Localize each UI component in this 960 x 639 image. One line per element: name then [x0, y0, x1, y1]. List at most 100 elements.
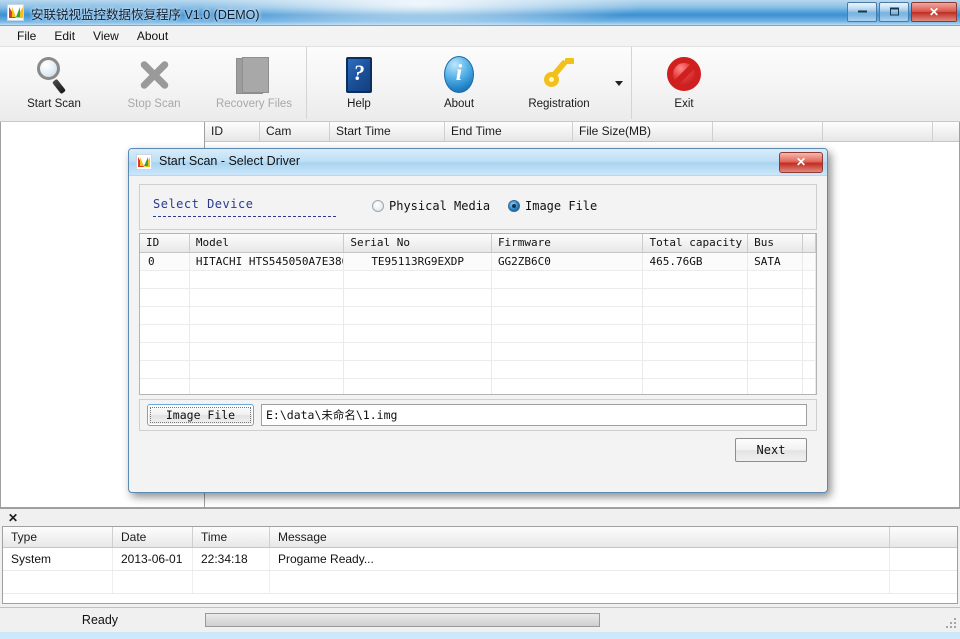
close-x-icon[interactable]: ✕: [8, 512, 18, 524]
table-row[interactable]: [140, 343, 816, 361]
device-cell-empty: [803, 307, 816, 325]
log-col-time[interactable]: Time: [193, 527, 270, 547]
log-col-message[interactable]: Message: [270, 527, 890, 547]
toolbar-recovery-files-button[interactable]: Recovery Files: [204, 47, 304, 119]
device-cell-model: HITACHI HTS545050A7E380: [190, 253, 345, 271]
device-cell-empty: [643, 271, 748, 289]
file-col-file-size[interactable]: File Size(MB): [573, 122, 713, 141]
device-cell-empty: [140, 289, 190, 307]
table-row[interactable]: [140, 271, 816, 289]
toolbar-about-label: About: [444, 98, 474, 110]
file-col-extra-2[interactable]: [823, 122, 933, 141]
select-device-label: Select Device: [153, 197, 336, 217]
menu-view[interactable]: View: [84, 27, 128, 45]
close-button[interactable]: ✕: [911, 2, 957, 22]
file-col-cam[interactable]: Cam: [260, 122, 330, 141]
device-table[interactable]: ID Model Serial No Firmware Total capaci…: [139, 233, 817, 395]
log-cell-empty: [3, 571, 113, 593]
log-col-type[interactable]: Type: [3, 527, 113, 547]
file-list-header: ID Cam Start Time End Time File Size(MB): [205, 122, 959, 142]
toolbar-exit-label: Exit: [674, 98, 693, 110]
table-row[interactable]: System 2013-06-01 22:34:18 Progame Ready…: [3, 548, 957, 571]
resize-grip-icon[interactable]: [944, 616, 958, 630]
device-table-header: ID Model Serial No Firmware Total capaci…: [140, 234, 816, 253]
desktop-background: 安联锐视监控数据恢复程序 V1.0 (DEMO) ✕ File Edit Vie…: [0, 0, 960, 639]
device-cell-empty: [492, 325, 644, 343]
menu-about[interactable]: About: [128, 27, 177, 45]
log-table[interactable]: Type Date Time Message System 2013-06-01…: [2, 526, 958, 604]
device-col-bus[interactable]: Bus: [748, 234, 803, 252]
file-col-start-time[interactable]: Start Time: [330, 122, 445, 141]
table-row[interactable]: [140, 325, 816, 343]
device-cell-empty: [344, 307, 492, 325]
device-col-firmware[interactable]: Firmware: [492, 234, 644, 252]
device-cell-empty: [803, 343, 816, 361]
image-file-button-label: Image File: [166, 408, 235, 422]
image-file-path-value: E:\data\未命名\1.img: [266, 407, 397, 423]
toolbar-help-label: Help: [347, 98, 371, 110]
minimize-button[interactable]: [847, 2, 877, 22]
device-cell-empty: [492, 289, 644, 307]
table-row[interactable]: [140, 307, 816, 325]
device-cell-empty: [803, 271, 816, 289]
table-row[interactable]: [140, 361, 816, 379]
radio-physical-media[interactable]: Physical Media: [372, 199, 490, 213]
window-titlebar: 安联锐视监控数据恢复程序 V1.0 (DEMO) ✕: [0, 0, 960, 26]
device-cell-empty: [492, 379, 644, 395]
device-col-id[interactable]: ID: [140, 234, 190, 252]
device-cell-empty: [748, 307, 803, 325]
table-row[interactable]: [140, 289, 816, 307]
menu-file[interactable]: File: [8, 27, 45, 45]
log-panel-toolbar: ✕: [0, 509, 960, 526]
device-cell-bus: SATA: [748, 253, 803, 271]
file-col-end-time[interactable]: End Time: [445, 122, 573, 141]
toolbar-exit-button[interactable]: Exit: [634, 47, 734, 119]
device-cell-empty: [492, 271, 644, 289]
toolbar-start-scan-button[interactable]: Start Scan: [4, 47, 104, 119]
device-cell-empty: [140, 343, 190, 361]
image-file-button[interactable]: Image File: [147, 404, 254, 426]
radio-image-file[interactable]: Image File: [508, 199, 597, 213]
log-panel: ✕ Type Date Time Message System 2013-06-…: [0, 508, 960, 609]
radio-physical-media-dot: [372, 200, 384, 212]
toolbar: Start Scan Stop Scan Recovery Files ? He…: [0, 47, 960, 122]
log-table-header: Type Date Time Message: [3, 527, 957, 548]
table-row[interactable]: [3, 571, 957, 594]
device-cell-empty: [803, 361, 816, 379]
next-button[interactable]: Next: [735, 438, 807, 462]
toolbar-about-button[interactable]: i About: [409, 47, 509, 119]
toolbar-start-scan-label: Start Scan: [27, 98, 81, 110]
device-cell-extra: [803, 253, 816, 271]
toolbar-help-button[interactable]: ? Help: [309, 47, 409, 119]
toolbar-registration-button[interactable]: Registration: [509, 47, 609, 119]
device-col-model[interactable]: Model: [190, 234, 345, 252]
start-scan-select-driver-dialog: Start Scan - Select Driver ✕ Select Devi…: [128, 148, 828, 493]
menubar: File Edit View About: [0, 26, 960, 47]
toolbar-stop-scan-button[interactable]: Stop Scan: [104, 47, 204, 119]
device-cell-empty: [748, 325, 803, 343]
log-cell-empty: [270, 571, 890, 593]
device-col-extra[interactable]: [803, 234, 816, 252]
log-col-date[interactable]: Date: [113, 527, 193, 547]
device-cell-empty: [190, 343, 345, 361]
device-cell-empty: [140, 307, 190, 325]
image-file-path-input[interactable]: E:\data\未命名\1.img: [261, 404, 807, 426]
device-col-serial[interactable]: Serial No: [344, 234, 492, 252]
maximize-button[interactable]: [879, 2, 909, 22]
device-cell-empty: [643, 379, 748, 395]
table-row[interactable]: [140, 379, 816, 395]
blue-book-help-icon: ?: [339, 53, 379, 97]
toolbar-registration-dropdown[interactable]: [609, 47, 629, 119]
file-col-extra-1[interactable]: [713, 122, 823, 141]
device-cell-empty: [492, 307, 644, 325]
file-col-id[interactable]: ID: [205, 122, 260, 141]
dialog-body: Select Device Physical Media Image File …: [129, 176, 827, 483]
device-cell-empty: [140, 361, 190, 379]
next-button-label: Next: [757, 443, 786, 457]
dialog-close-button[interactable]: ✕: [779, 152, 823, 173]
device-col-capacity[interactable]: Total capacity: [643, 234, 748, 252]
device-cell-empty: [140, 271, 190, 289]
device-cell-id: 0: [140, 253, 190, 271]
table-row[interactable]: 0 HITACHI HTS545050A7E380 TE95113RG9EXDP…: [140, 253, 816, 271]
menu-edit[interactable]: Edit: [45, 27, 84, 45]
